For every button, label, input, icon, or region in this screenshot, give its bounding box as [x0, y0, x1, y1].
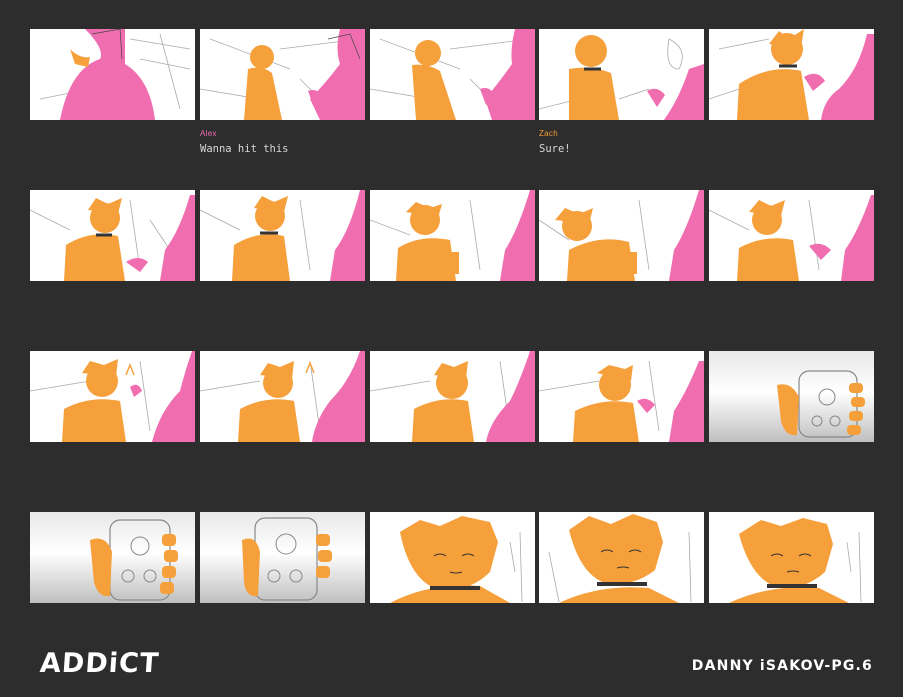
- speaker-name: Alex: [200, 129, 217, 138]
- panel-sketch: [709, 195, 874, 281]
- storyboard-panel: [539, 351, 704, 442]
- phone-closeup-sketch: [777, 370, 865, 438]
- storyboard-panel: [200, 512, 365, 603]
- page-title: ADDiCT: [38, 648, 161, 679]
- storyboard-panel: [200, 29, 365, 120]
- panel-sketch: [39, 29, 191, 120]
- storyboard-panel: [30, 351, 195, 442]
- panel-sketch: [539, 35, 704, 120]
- storyboard-panel: [30, 512, 195, 603]
- storyboard-panel: [370, 190, 535, 281]
- storyboard-panel: [709, 29, 874, 120]
- phone-closeup-sketch: [242, 517, 332, 601]
- dialogue-text: Sure!: [539, 143, 571, 155]
- storyboard-page: Alex Wanna hit this Zach Sure! ADDiCT DA…: [0, 0, 903, 697]
- storyboard-panel: [539, 29, 704, 120]
- storyboard-panel: [539, 190, 704, 281]
- storyboard-panel: [30, 190, 195, 281]
- panel-sketch: [200, 29, 365, 120]
- dialogue-caption: Zach Sure!: [539, 129, 571, 155]
- face-closeup-sketch: [729, 518, 862, 603]
- storyboard-panel: [370, 29, 535, 120]
- storyboard-panel: [709, 190, 874, 281]
- storyboard-panel: [30, 29, 195, 120]
- panel-sketch: [709, 29, 874, 120]
- panel-sketch: [30, 195, 195, 281]
- panel-sketch: [370, 190, 535, 281]
- panel-sketch: [539, 360, 704, 442]
- storyboard-panel: [370, 512, 535, 603]
- face-closeup-sketch: [548, 514, 692, 603]
- storyboard-panel: [370, 351, 535, 442]
- speaker-name: Zach: [539, 129, 558, 138]
- storyboard-panel: [539, 512, 704, 603]
- panel-sketch: [370, 351, 535, 442]
- dialogue-text: Wanna hit this: [200, 143, 289, 155]
- storyboard-panel: [709, 512, 874, 603]
- panel-sketch: [370, 29, 535, 120]
- panel-sketch: [539, 190, 704, 281]
- storyboard-panel: [709, 351, 874, 442]
- artist-credit: DANNY iSAKOV-PG.6: [691, 658, 873, 674]
- panel-sketch: [30, 351, 195, 442]
- storyboard-panel: [200, 351, 365, 442]
- phone-closeup-sketch: [90, 519, 178, 601]
- panel-sketch: [200, 351, 365, 442]
- dialogue-caption: Alex Wanna hit this: [200, 129, 289, 155]
- storyboard-panel: [200, 190, 365, 281]
- face-closeup-sketch: [390, 516, 523, 603]
- panel-sketch: [200, 190, 365, 281]
